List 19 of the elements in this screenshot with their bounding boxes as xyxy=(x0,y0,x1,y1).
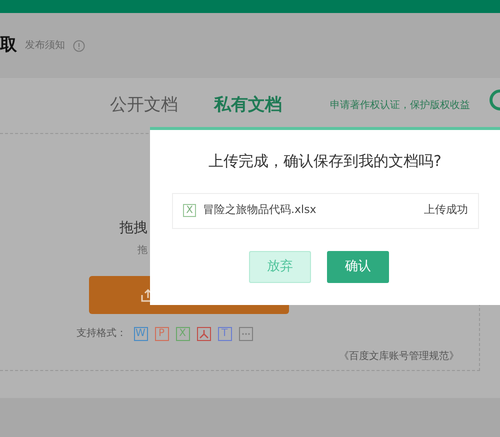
dialog-title: 上传完成，确认保存到我的文档吗? xyxy=(208,151,442,172)
page-title: 取 xyxy=(0,34,17,57)
rules-link[interactable]: 《百度文库账号管理规范》 xyxy=(339,349,459,364)
document-tab[interactable]: 公开文档 xyxy=(110,92,178,118)
notice-link[interactable]: 发布须知 xyxy=(25,38,65,53)
formats-label: 支持格式： xyxy=(76,326,126,341)
upload-status: 上传成功 xyxy=(424,202,468,218)
excel-file-icon: X xyxy=(183,204,196,217)
confirm-button[interactable]: 确认 xyxy=(327,250,389,282)
format-icon: T xyxy=(218,326,232,340)
drag-hint: 拖 xyxy=(138,244,148,258)
copyright-link[interactable]: 申请著作权认证，保护版权收益 xyxy=(330,98,470,113)
format-icon: P xyxy=(154,326,168,340)
format-icon: W xyxy=(134,326,148,340)
format-icon: X xyxy=(176,326,190,340)
discard-button[interactable]: 放弃 xyxy=(249,250,311,282)
file-name: 冒险之旅物品代码.xlsx xyxy=(203,202,318,218)
drag-title: 拖拽 xyxy=(120,219,148,238)
document-tab[interactable]: 私有文档 xyxy=(214,92,282,118)
